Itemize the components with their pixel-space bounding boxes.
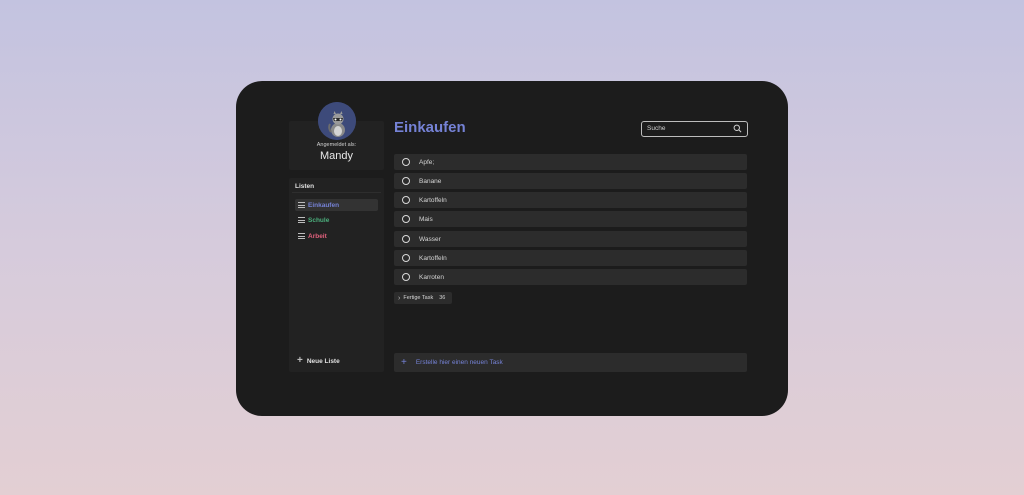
plus-icon: + [297, 355, 303, 366]
task-row[interactable]: Kartoffeln [394, 250, 747, 266]
raccoon-avatar-icon [318, 102, 356, 140]
sidebar-item-label: Einkaufen [308, 201, 340, 209]
sidebar-item-schule[interactable]: Schule [295, 214, 378, 226]
done-tasks-count: 36 [439, 295, 446, 301]
task-checkbox[interactable] [402, 177, 410, 185]
sidebar-item-label: Arbeit [308, 232, 327, 240]
sidebar-item-arbeit[interactable]: Arbeit [295, 230, 378, 242]
task-label: Kartoffeln [419, 254, 447, 262]
task-row[interactable]: Karroten [394, 269, 747, 285]
task-label: Kartoffeln [419, 196, 447, 204]
page-title: Einkaufen [394, 119, 466, 136]
avatar[interactable] [318, 102, 356, 140]
lists-divider [292, 192, 381, 193]
sidebar-item-label: Schule [308, 216, 330, 224]
task-label: Wasser [419, 235, 441, 243]
task-row[interactable]: Mais [394, 211, 747, 227]
task-row[interactable]: Kartoffeln [394, 192, 747, 208]
lists-header: Listen [295, 183, 315, 190]
task-checkbox[interactable] [402, 196, 410, 204]
sidebar-item-einkaufen[interactable]: Einkaufen [295, 199, 378, 211]
done-tasks-label: Fertige Task [403, 295, 434, 301]
task-checkbox[interactable] [402, 235, 410, 243]
new-task-field[interactable]: + Erstelle hier einen neuen Task [394, 353, 747, 372]
search-input[interactable] [647, 123, 727, 134]
list-menu-icon [298, 217, 305, 223]
signed-in-label: Angemeldet als: [316, 142, 357, 148]
chevron-right-icon: › [398, 294, 401, 302]
task-checkbox[interactable] [402, 215, 410, 223]
task-row[interactable]: Banane [394, 173, 747, 189]
search-icon[interactable] [733, 124, 742, 133]
task-checkbox[interactable] [402, 254, 410, 262]
plus-icon: + [401, 356, 407, 368]
list-menu-icon [298, 202, 305, 208]
new-list-label: Neue Liste [306, 357, 340, 365]
user-name: Mandy [319, 150, 354, 162]
task-checkbox[interactable] [402, 158, 410, 166]
task-label: Mais [419, 215, 433, 223]
new-list-button[interactable]: + Neue Liste [297, 356, 340, 366]
done-tasks-toggle[interactable]: › Fertige Task 36 [394, 292, 452, 304]
task-row[interactable]: Apfe; [394, 154, 747, 170]
task-label: Apfe; [419, 158, 435, 166]
task-label: Karroten [419, 273, 444, 281]
list-menu-icon [298, 233, 305, 239]
task-label: Banane [419, 177, 442, 185]
new-task-placeholder: Erstelle hier einen neuen Task [415, 359, 503, 366]
task-checkbox[interactable] [402, 273, 410, 281]
search-box[interactable] [641, 121, 748, 137]
task-row[interactable]: Wasser [394, 231, 747, 247]
